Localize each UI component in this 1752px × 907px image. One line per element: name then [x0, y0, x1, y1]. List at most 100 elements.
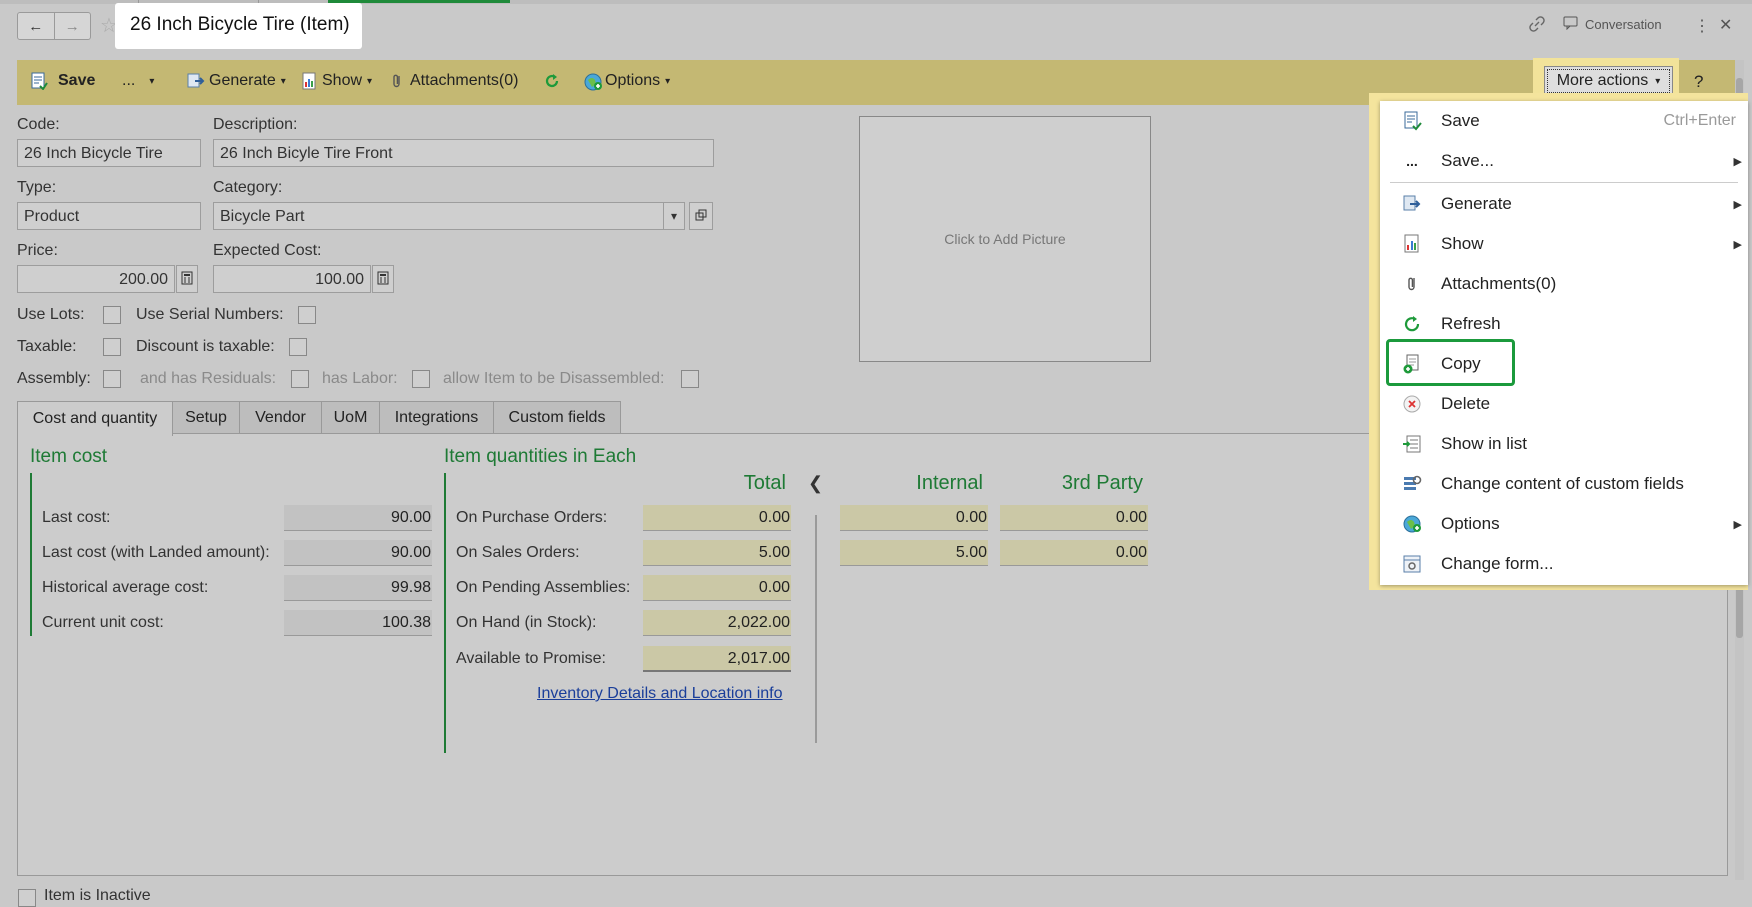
submenu-arrow-icon: ▶ — [1733, 238, 1742, 251]
tab-vendor[interactable]: Vendor — [239, 401, 322, 434]
tab-integrations[interactable]: Integrations — [379, 401, 494, 434]
save-button[interactable]: Save — [30, 72, 95, 91]
type-field[interactable]: Product — [17, 202, 201, 230]
kebab-menu-icon[interactable]: ⋮ — [1694, 16, 1710, 36]
third-party-column-header: 3rd Party — [1061, 472, 1143, 494]
more-actions-button[interactable]: More actions ▾ — [1544, 66, 1673, 96]
caret-down-icon: ▾ — [1655, 75, 1661, 87]
copy-highlight-box — [1386, 339, 1515, 386]
has-labor-checkbox — [412, 370, 430, 388]
expected-cost-calculator-button[interactable] — [372, 265, 394, 293]
has-residuals-label: and has Residuals: — [140, 370, 277, 387]
history-nav: ← → — [17, 12, 91, 40]
on-sales-orders-total: 5.00 — [643, 540, 791, 566]
submenu-arrow-icon: ▶ — [1733, 155, 1742, 168]
menu-item-attachments[interactable]: Attachments(0) — [1380, 264, 1748, 304]
discount-taxable-label: Discount is taxable: — [136, 338, 275, 355]
attachments-button[interactable]: Attachments(0) — [388, 72, 518, 90]
use-serial-checkbox[interactable] — [298, 306, 316, 324]
caret-down-icon: ▾ — [367, 75, 373, 87]
menu-separator — [1390, 182, 1738, 183]
chat-icon — [1563, 16, 1579, 33]
menu-item-change-form[interactable]: Change form... — [1380, 544, 1748, 584]
form-icon — [1401, 553, 1423, 575]
discount-taxable-checkbox[interactable] — [289, 338, 307, 356]
taxable-checkbox[interactable] — [103, 338, 121, 356]
assembly-checkbox[interactable] — [103, 370, 121, 388]
allow-disassembled-label: allow Item to be Disassembled: — [443, 370, 665, 387]
caret-down-icon: ▾ — [280, 75, 286, 87]
options-button[interactable]: Options ▾ — [583, 72, 671, 91]
item-inactive-label: Item is Inactive — [44, 887, 151, 904]
paperclip-icon — [388, 72, 406, 90]
last-cost-label: Last cost: — [42, 509, 111, 526]
menu-item-show-in-list[interactable]: Show in list — [1380, 424, 1748, 464]
allow-disassembled-checkbox — [681, 370, 699, 388]
collapse-divider — [815, 515, 817, 743]
has-labor-label: has Labor: — [322, 370, 398, 387]
close-icon[interactable]: ✕ — [1719, 15, 1732, 35]
generate-icon — [187, 72, 205, 90]
inventory-details-link[interactable]: Inventory Details and Location info — [537, 685, 782, 703]
item-cost-bar — [30, 473, 32, 636]
expected-cost-field[interactable]: 100.00 — [213, 265, 371, 293]
save-icon — [30, 72, 48, 91]
back-button[interactable]: ← — [18, 13, 55, 39]
forward-button[interactable]: → — [55, 13, 91, 39]
last-cost-value: 90.00 — [284, 505, 432, 531]
item-picture[interactable]: Click to Add Picture — [859, 116, 1151, 362]
available-to-promise-total: 2,017.00 — [643, 646, 791, 672]
tab-setup[interactable]: Setup — [172, 401, 240, 434]
price-field[interactable]: 200.00 — [17, 265, 175, 293]
menu-item-refresh[interactable]: Refresh — [1380, 304, 1748, 344]
options-icon — [583, 72, 602, 91]
price-label: Price: — [17, 242, 58, 259]
menu-item-generate[interactable]: Generate ▶ — [1380, 184, 1748, 224]
use-lots-checkbox[interactable] — [103, 306, 121, 324]
category-dropdown-button[interactable]: ▾ — [663, 202, 685, 230]
refresh-button[interactable] — [543, 72, 561, 90]
menu-item-show[interactable]: Show ▶ — [1380, 224, 1748, 264]
category-field[interactable]: Bicycle Part — [213, 202, 664, 230]
price-calculator-button[interactable] — [176, 265, 198, 293]
caret-down-icon: ▾ — [665, 75, 671, 87]
on-sales-orders-third-party: 0.00 — [1000, 540, 1148, 566]
caret-down-icon: ▾ — [670, 209, 678, 223]
tab-cost-and-quantity[interactable]: Cost and quantity — [17, 401, 173, 436]
tab-custom-fields[interactable]: Custom fields — [493, 401, 621, 434]
on-pending-assemblies-total: 0.00 — [643, 575, 791, 601]
taxable-label: Taxable: — [17, 338, 77, 355]
delete-icon — [1401, 393, 1423, 415]
item-cost-title: Item cost — [30, 446, 108, 467]
code-field[interactable]: 26 Inch Bicycle Tire — [17, 139, 201, 167]
save-more-dropdown[interactable]: ... ▾ — [122, 72, 154, 90]
chevron-left-icon[interactable]: ❮ — [808, 473, 823, 494]
expected-cost-label: Expected Cost: — [213, 242, 322, 259]
help-button[interactable]: ? — [1694, 72, 1703, 92]
submenu-arrow-icon: ▶ — [1733, 518, 1742, 531]
item-inactive-checkbox[interactable] — [18, 889, 36, 907]
description-label: Description: — [213, 116, 298, 133]
tab-uom[interactable]: UoM — [321, 401, 380, 434]
show-button[interactable]: Show ▾ — [300, 72, 372, 90]
refresh-icon — [543, 72, 561, 90]
menu-item-delete[interactable]: Delete — [1380, 384, 1748, 424]
list-icon — [1401, 433, 1423, 455]
on-sales-orders-label: On Sales Orders: — [456, 544, 580, 561]
menu-item-save-more[interactable]: ... Save... ▶ — [1380, 141, 1748, 181]
menu-item-change-custom-fields[interactable]: Change content of custom fields — [1380, 464, 1748, 504]
report-icon — [300, 72, 318, 90]
menu-item-save[interactable]: Save Ctrl+Enter — [1380, 101, 1748, 141]
category-open-button[interactable] — [689, 202, 713, 230]
item-quantities-bar — [444, 473, 446, 753]
save-icon — [1401, 110, 1423, 132]
on-purchase-orders-label: On Purchase Orders: — [456, 509, 608, 526]
conversation-button[interactable]: Conversation — [1563, 16, 1662, 33]
last-cost-landed-label: Last cost (with Landed amount): — [42, 544, 270, 561]
menu-item-options[interactable]: Options ▶ — [1380, 504, 1748, 544]
use-serial-label: Use Serial Numbers: — [136, 306, 284, 323]
page-title: 26 Inch Bicycle Tire (Item) — [130, 14, 350, 35]
link-icon[interactable] — [1529, 16, 1545, 32]
generate-button[interactable]: Generate ▾ — [187, 72, 286, 90]
description-field[interactable]: 26 Inch Bicyle Tire Front — [213, 139, 714, 167]
